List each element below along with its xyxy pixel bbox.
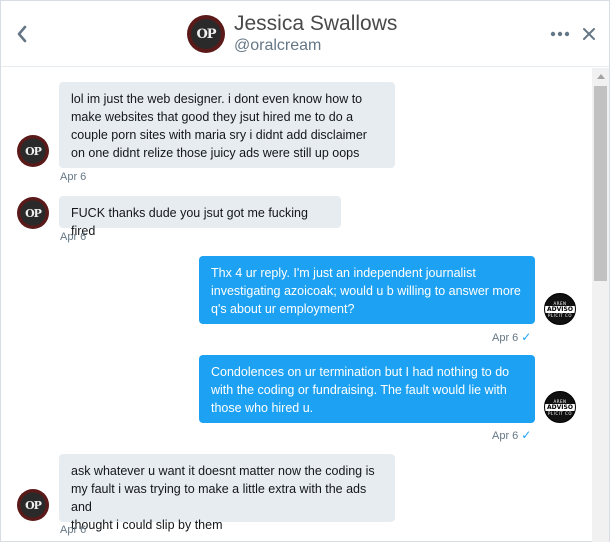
- sender-avatar[interactable]: OP: [17, 135, 49, 167]
- checkmark-icon: ✓: [521, 330, 532, 344]
- message-line: Condolences on ur termination but I had …: [211, 365, 510, 379]
- message-timestamp: Apr 6 ✓: [492, 428, 531, 442]
- my-avatar[interactable]: AREN ADVISO PLICIT CO: [544, 391, 576, 423]
- message-line: those who hired u.: [211, 401, 314, 415]
- header-avatar[interactable]: OP: [187, 15, 225, 53]
- message-bubble-incoming[interactable]: ask whatever u want it doesnt matter now…: [59, 454, 395, 532]
- message-line: ask whatever u want it doesnt matter now…: [71, 464, 375, 478]
- avatar-mark: OP: [25, 206, 42, 220]
- timestamp-text: Apr 6: [492, 332, 519, 344]
- conversation-name[interactable]: Jessica Swallows: [234, 12, 397, 36]
- avatar-text-middle: ADVISO: [545, 305, 575, 313]
- message-line: make websites that good they jsut hired …: [71, 110, 354, 124]
- avatar-text-bottom: PLICIT CO: [548, 410, 572, 416]
- message-timestamp: Apr 6: [60, 171, 87, 183]
- more-dots-icon: [550, 31, 570, 37]
- checkmark-icon: ✓: [521, 428, 532, 442]
- message-bubble-outgoing[interactable]: Thx 4 ur reply. I'm just an independent …: [199, 256, 535, 324]
- dm-conversation-window: OP Jessica Swallows @oralcream lol im ju…: [0, 0, 610, 542]
- timestamp-text: Apr 6: [492, 430, 519, 442]
- message-bubble-incoming[interactable]: lol im just the web designer. i dont eve…: [59, 82, 395, 168]
- my-avatar[interactable]: AREN ADVISO PLICIT CO: [544, 293, 576, 325]
- avatar-text-bottom: PLICIT CO: [548, 312, 572, 318]
- message-timestamp: Apr 6 ✓: [492, 330, 531, 344]
- message-bubble-outgoing[interactable]: Condolences on ur termination but I had …: [199, 355, 535, 423]
- sender-avatar[interactable]: OP: [17, 197, 49, 229]
- avatar-mark: OP: [196, 26, 216, 42]
- message-line: on one didnt relize those juicy ads were…: [71, 146, 360, 160]
- message-line: q's about ur employment?: [211, 302, 355, 316]
- message-line: my fault i was trying to make a little e…: [71, 482, 367, 514]
- back-button[interactable]: [11, 21, 33, 47]
- message-line: with the coding or fundraising. The faul…: [211, 383, 507, 397]
- scroll-up-arrow-icon: [596, 74, 605, 79]
- message-line: couple porn sites with maria sry i didnt…: [71, 128, 367, 142]
- more-options-button[interactable]: [547, 23, 573, 45]
- close-icon: [583, 28, 595, 40]
- message-line: Thx 4 ur reply. I'm just an independent …: [211, 266, 476, 280]
- message-timestamp: Apr 6: [60, 524, 87, 536]
- avatar-mark: OP: [25, 144, 42, 158]
- scrollbar-thumb[interactable]: [594, 86, 607, 281]
- conversation-handle[interactable]: @oralcream: [234, 36, 321, 56]
- message-line: thought i could slip by them: [71, 518, 223, 532]
- avatar-mark: OP: [25, 498, 42, 512]
- message-bubble-incoming[interactable]: FUCK thanks dude you jsut got me fucking…: [59, 196, 341, 238]
- sender-avatar[interactable]: OP: [17, 489, 49, 521]
- close-button[interactable]: [578, 23, 600, 45]
- message-line: FUCK thanks dude you jsut got me fucking…: [71, 206, 308, 238]
- message-line: lol im just the web designer. i dont eve…: [71, 92, 363, 106]
- chevron-left-icon: [17, 25, 27, 43]
- avatar-text-middle: ADVISO: [545, 403, 575, 411]
- message-timestamp: Apr 6: [60, 231, 87, 243]
- scroll-up-button[interactable]: [592, 68, 609, 85]
- message-list: lol im just the web designer. i dont eve…: [1, 68, 591, 542]
- message-line: investigating azoicoak; would u b willin…: [211, 284, 521, 298]
- conversation-header: OP Jessica Swallows @oralcream: [1, 1, 609, 67]
